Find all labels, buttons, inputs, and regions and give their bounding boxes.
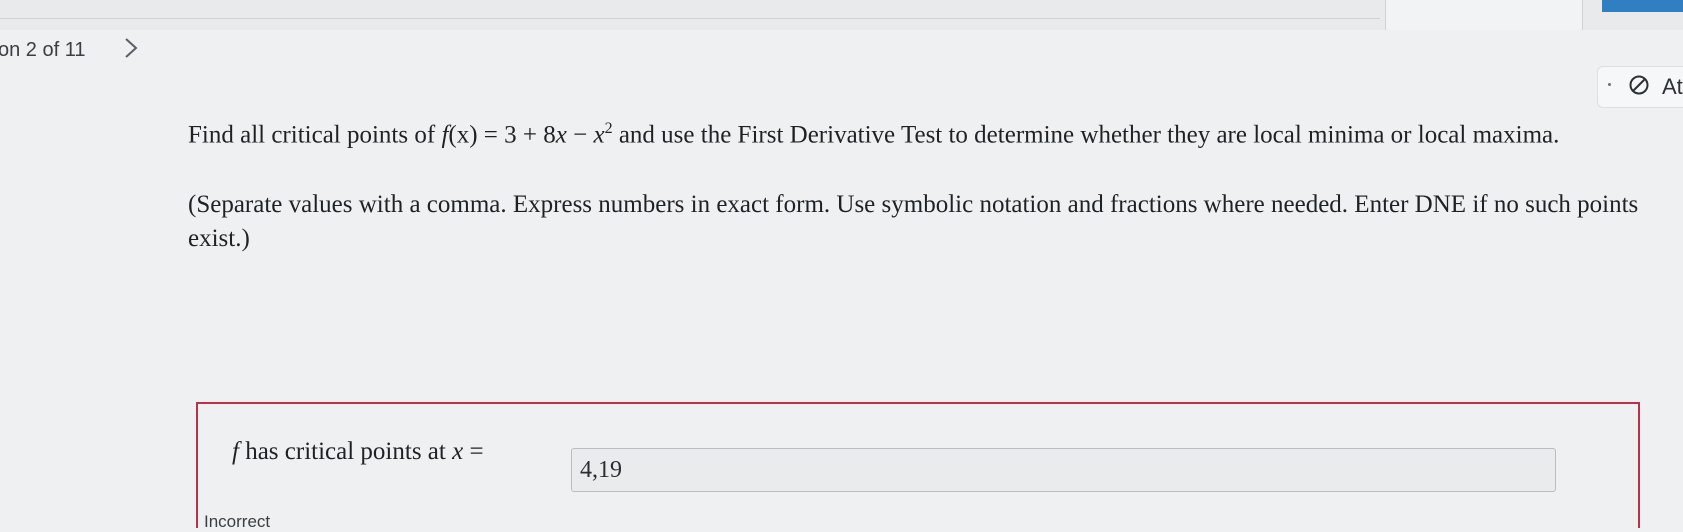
answer-input[interactable] <box>571 448 1556 492</box>
attempt-label: At <box>1662 74 1683 99</box>
exponent: 2 <box>604 120 613 137</box>
question-counter: on 2 of 11 <box>0 38 86 61</box>
question-prompt: Find all critical points of f(x) = 3 + 8… <box>188 112 1658 152</box>
function-arg: (x) <box>448 121 478 149</box>
function-equals: = 3 + 8 <box>477 121 556 149</box>
minus-sign: − <box>566 121 594 149</box>
answer-label: f has critical points at x = <box>232 438 484 466</box>
question-text: Find all critical points of f(x) = 3 + 8… <box>188 112 1658 256</box>
attempt-button[interactable]: At <box>1597 66 1683 108</box>
top-bar-divider <box>0 18 1380 19</box>
question-instructions: (Separate values with a comma. Express n… <box>188 191 1639 253</box>
prompt-before: Find all critical points of <box>188 121 442 149</box>
top-accent-button[interactable] <box>1602 0 1683 12</box>
top-bar <box>0 0 1683 30</box>
top-tab[interactable] <box>1385 0 1583 30</box>
var-x-squared: x <box>593 121 605 149</box>
prompt-after: and use the First Derivative Test to det… <box>612 121 1560 149</box>
chevron-right-icon[interactable] <box>123 36 139 64</box>
answer-label-f: f <box>232 438 239 465</box>
answer-label-x: x <box>452 438 464 465</box>
attempt-dot <box>1608 83 1611 86</box>
question-navigation: on 2 of 11 <box>0 36 139 64</box>
feedback-status: Incorrect <box>204 512 271 531</box>
answer-label-text: has critical points at <box>238 438 453 465</box>
answer-label-eq: = <box>463 438 484 465</box>
no-entry-icon <box>1628 74 1650 101</box>
var-x: x <box>555 121 567 149</box>
